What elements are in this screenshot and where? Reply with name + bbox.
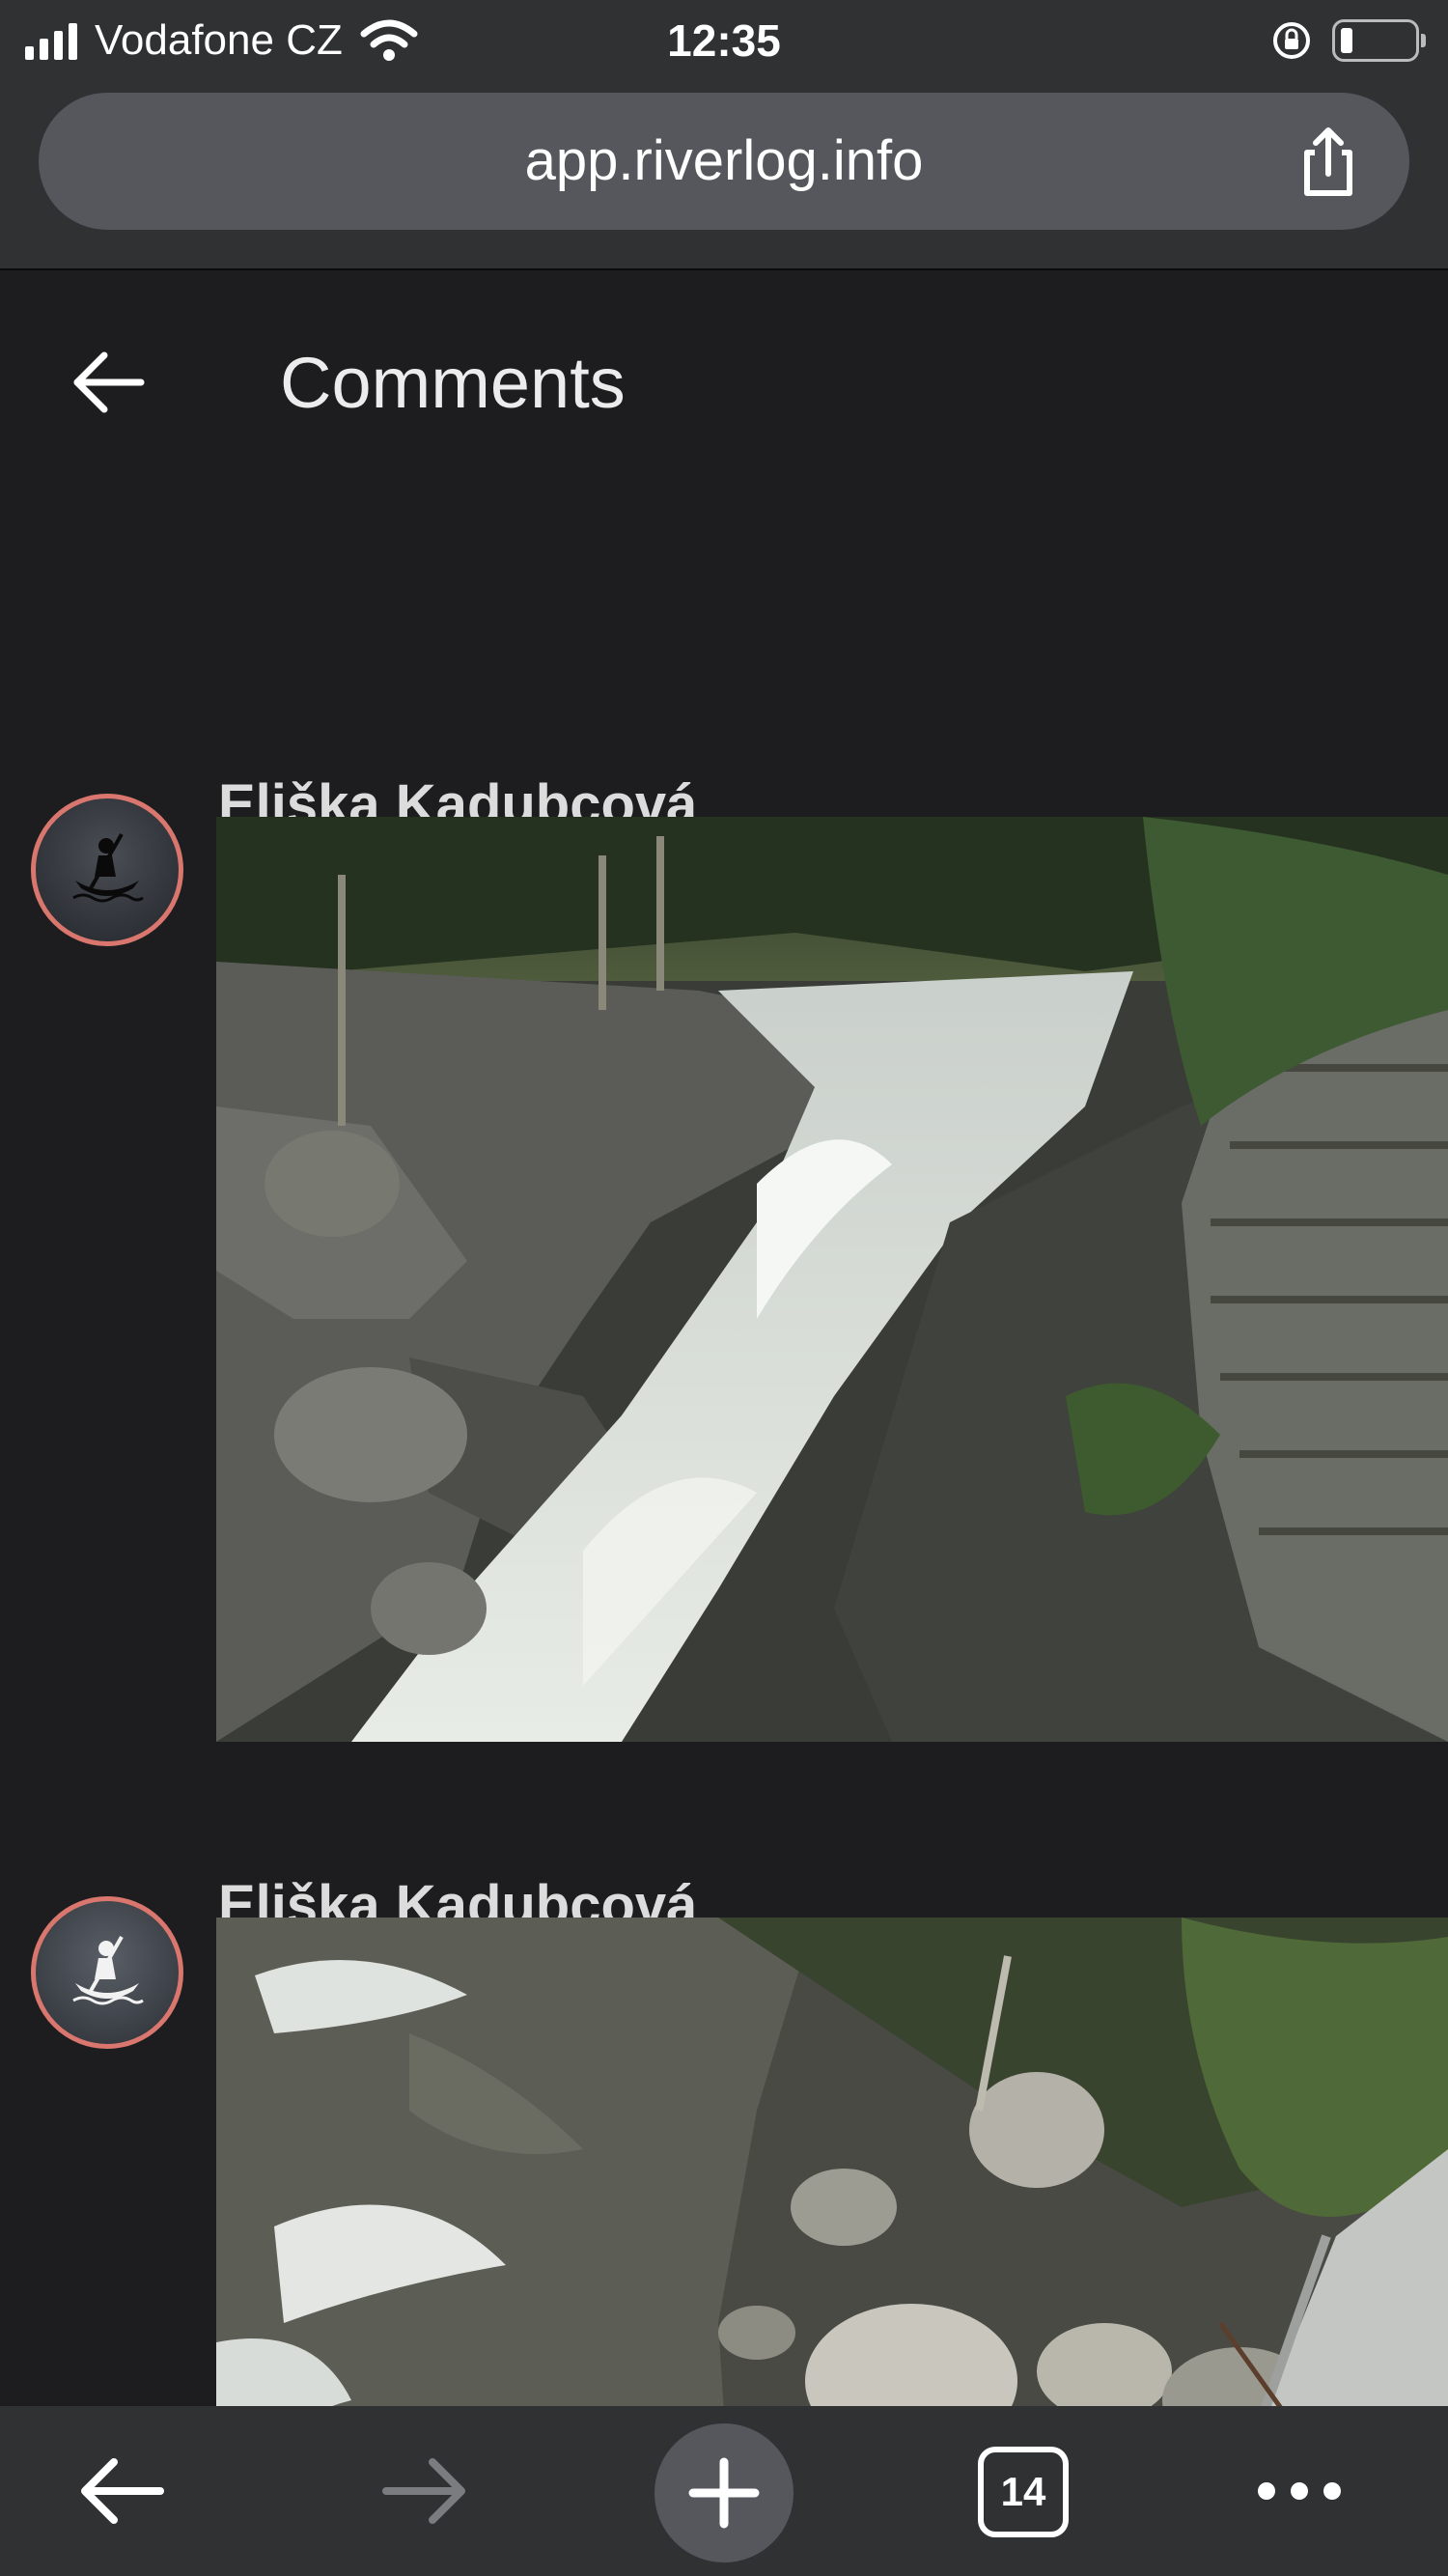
avatar[interactable] — [31, 1896, 183, 2049]
status-bar: Vodafone CZ 12:35 — [0, 0, 1448, 87]
river-rocks-photo[interactable] — [216, 1918, 1448, 2406]
more-options-icon[interactable] — [1251, 2443, 1348, 2539]
orientation-lock-icon — [1273, 22, 1310, 59]
avatar[interactable] — [31, 794, 183, 946]
kayaker-icon — [72, 833, 144, 903]
battery-icon — [1332, 19, 1426, 62]
browser-bottom-toolbar: 14 — [0, 2406, 1448, 2576]
page-title: Comments — [280, 343, 626, 423]
plus-icon — [688, 2457, 760, 2529]
new-tab-button[interactable] — [654, 2423, 794, 2562]
back-arrow-icon[interactable] — [68, 342, 149, 423]
comment-item: Eliška Kadubcová — [0, 1585, 1448, 2406]
browser-forward-icon — [382, 2458, 465, 2524]
page-header: Comments — [0, 272, 1448, 465]
url-text: app.riverlog.info — [524, 129, 924, 192]
kayaker-icon — [72, 1936, 144, 2005]
browser-back-icon[interactable] — [73, 2443, 170, 2539]
page-content: Comments Eliška Kadubcová Eliška Kadubco… — [0, 272, 1448, 2406]
status-time: 12:35 — [667, 15, 781, 66]
tab-switcher-button[interactable]: 14 — [978, 2447, 1069, 2537]
browser-toolbar: app.riverlog.info — [0, 87, 1448, 270]
address-bar[interactable]: app.riverlog.info — [39, 93, 1409, 230]
share-icon[interactable] — [1290, 124, 1367, 201]
